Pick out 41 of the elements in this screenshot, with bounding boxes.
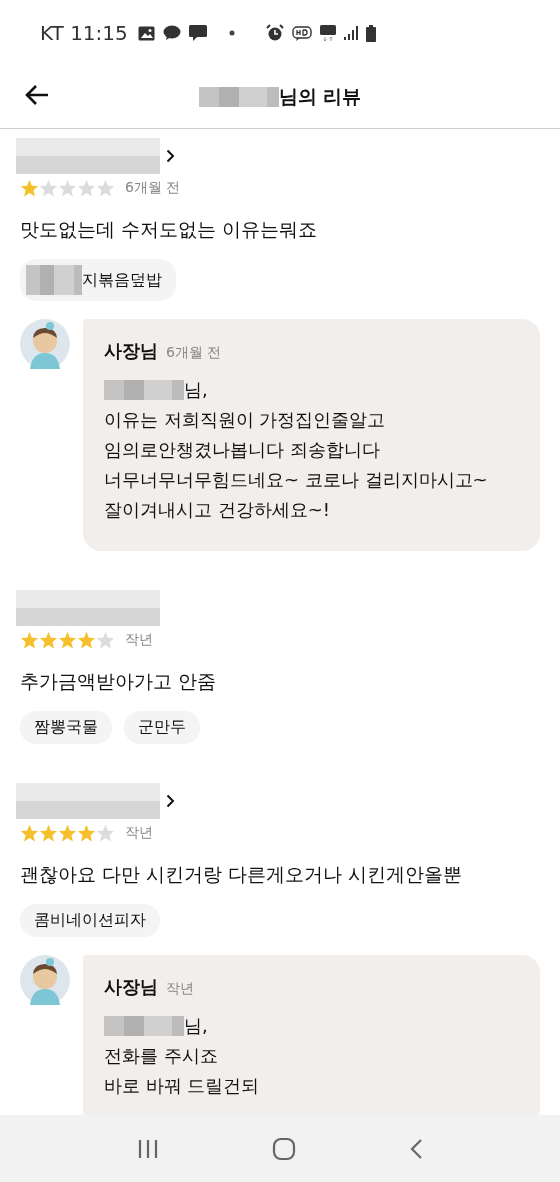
reply-text: 님, bbox=[184, 378, 208, 402]
review-text: 맛도없는데 수저도없는 이유는뭐죠 bbox=[20, 217, 319, 242]
menu-tag: 콤비네이션피자 bbox=[20, 904, 160, 937]
page-title: 님의 리뷰 bbox=[278, 84, 362, 109]
chevron-right-icon[interactable] bbox=[166, 794, 175, 808]
menu-tag: 군만두 bbox=[124, 711, 200, 744]
reply-text: 전화를 주시죠 bbox=[104, 1044, 219, 1068]
status-carrier-time: KT 11:15 bbox=[40, 21, 128, 45]
reply-text: 잘이겨내시고 건강하세요~! bbox=[104, 498, 332, 522]
review-time: 작년 bbox=[125, 631, 153, 649]
review-text: 추가금액받아가고 안줌 bbox=[20, 669, 218, 694]
recent-apps-icon[interactable] bbox=[136, 1138, 159, 1159]
reply-text: 님, bbox=[184, 1014, 208, 1038]
reply-text: 바로 바꿔 드릴건되 bbox=[104, 1074, 261, 1098]
battery-icon bbox=[366, 24, 376, 42]
menu-tag: 지볶음덮밥 bbox=[20, 259, 176, 301]
back-icon[interactable] bbox=[409, 1137, 424, 1160]
back-button[interactable] bbox=[24, 84, 50, 106]
hd-voice-icon bbox=[292, 25, 312, 41]
network-5g-icon bbox=[320, 24, 336, 42]
alarm-icon bbox=[266, 24, 284, 42]
review-text: 괜찮아요 다만 시킨거랑 다른게오거나 시킨게안올뿐 bbox=[20, 862, 464, 887]
reply-text: 임의로안챙겼나봅니다 죄송합니다 bbox=[104, 438, 381, 462]
review-time: 6개월 전 bbox=[125, 179, 181, 197]
avatar bbox=[20, 955, 70, 1005]
signal-icon bbox=[344, 26, 358, 40]
message-icon bbox=[188, 25, 207, 41]
reply-time: 6개월 전 bbox=[166, 344, 222, 362]
reply-text: 너무너무너무힘드네요~ 코로나 걸리지마시고~ bbox=[104, 468, 489, 492]
menu-tag: 짬뽕국물 bbox=[20, 711, 112, 744]
reply-author: 사장님 bbox=[104, 339, 158, 363]
dot-icon bbox=[228, 30, 235, 36]
avatar bbox=[20, 319, 70, 369]
reply-time: 작년 bbox=[166, 980, 194, 998]
reply-author: 사장님 bbox=[104, 975, 158, 999]
chevron-right-icon[interactable] bbox=[166, 149, 175, 163]
reply-text: 이유는 저희직원이 가정집인줄알고 bbox=[104, 408, 387, 432]
review-time: 작년 bbox=[125, 824, 153, 842]
gallery-icon bbox=[137, 25, 155, 41]
chat-bubble-icon bbox=[162, 25, 181, 41]
home-icon[interactable] bbox=[272, 1136, 296, 1161]
